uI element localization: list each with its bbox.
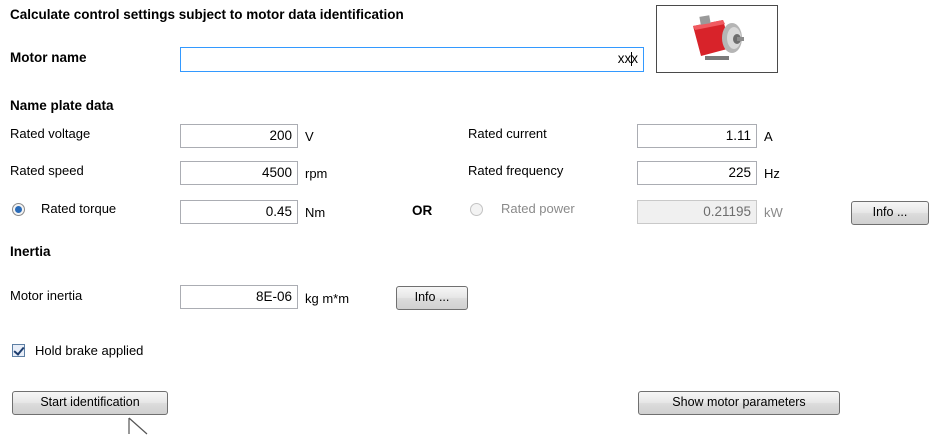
motor-name-input[interactable]: xxx bbox=[180, 47, 644, 72]
rated-current-label: Rated current bbox=[468, 126, 547, 141]
page-title: Calculate control settings subject to mo… bbox=[10, 7, 404, 22]
hold-brake-label: Hold brake applied bbox=[35, 343, 144, 358]
text-caret bbox=[631, 52, 632, 66]
rated-frequency-label: Rated frequency bbox=[468, 163, 564, 178]
name-plate-heading: Name plate data bbox=[10, 98, 114, 113]
rated-voltage-label: Rated voltage bbox=[10, 126, 91, 141]
motor-inertia-unit: kg m*m bbox=[305, 291, 350, 306]
inertia-heading: Inertia bbox=[10, 244, 51, 259]
motor-icon bbox=[693, 15, 744, 60]
rated-power-input: 0.21195 bbox=[637, 200, 757, 224]
rated-torque-radio[interactable] bbox=[12, 203, 25, 216]
rated-torque-unit: Nm bbox=[305, 205, 326, 220]
motor-name-label: Motor name bbox=[10, 50, 87, 65]
rated-speed-label: Rated speed bbox=[10, 163, 84, 178]
rated-power-unit: kW bbox=[764, 205, 783, 220]
motor-inertia-input[interactable]: 8E-06 bbox=[180, 285, 298, 309]
rated-frequency-unit: Hz bbox=[764, 166, 780, 181]
motor-image bbox=[656, 5, 778, 73]
or-label: OR bbox=[412, 203, 433, 218]
rated-power-label: Rated power bbox=[501, 201, 575, 216]
name-plate-info-button[interactable]: Info ... bbox=[851, 201, 929, 225]
rated-speed-input[interactable]: 4500 bbox=[180, 161, 298, 185]
rated-voltage-unit: V bbox=[305, 129, 314, 144]
rated-torque-input[interactable]: 0.45 bbox=[180, 200, 298, 224]
mouse-cursor-icon bbox=[128, 417, 148, 435]
rated-torque-label: Rated torque bbox=[41, 201, 117, 216]
rated-current-unit: A bbox=[764, 129, 773, 144]
show-motor-parameters-button[interactable]: Show motor parameters bbox=[638, 391, 840, 415]
rated-speed-unit: rpm bbox=[305, 166, 328, 181]
rated-current-input[interactable]: 1.11 bbox=[637, 124, 757, 148]
start-identification-button[interactable]: Start identification bbox=[12, 391, 168, 415]
hold-brake-checkbox[interactable] bbox=[12, 344, 25, 357]
rated-frequency-input[interactable]: 225 bbox=[637, 161, 757, 185]
rated-voltage-input[interactable]: 200 bbox=[180, 124, 298, 148]
inertia-info-button[interactable]: Info ... bbox=[396, 286, 468, 310]
motor-inertia-label: Motor inertia bbox=[10, 288, 83, 303]
rated-power-radio[interactable] bbox=[470, 203, 483, 216]
